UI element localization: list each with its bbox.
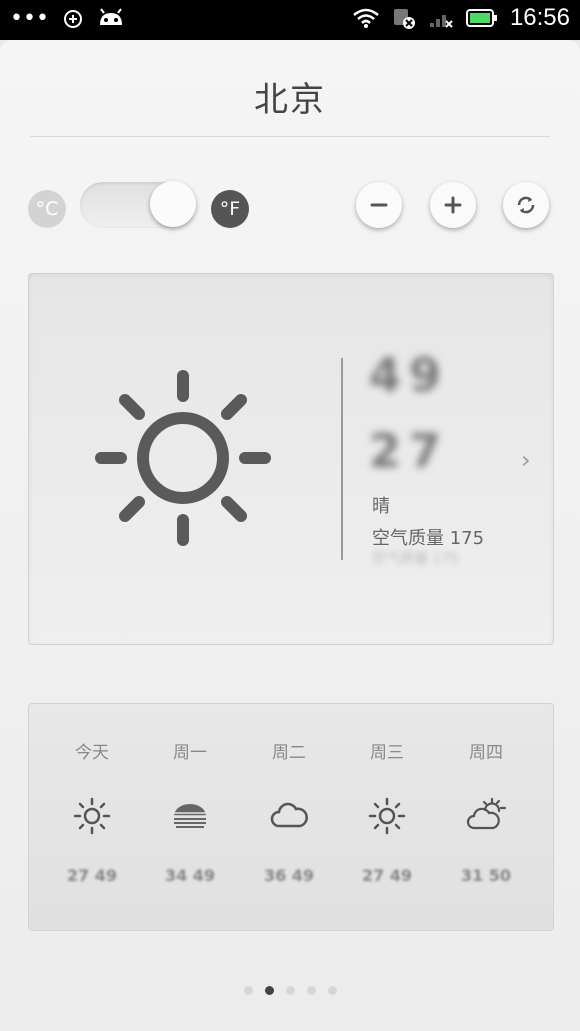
forecast-temps: 34 49 xyxy=(164,866,216,885)
status-bar: ••• 16:56 xyxy=(0,0,580,40)
page-dot-active[interactable] xyxy=(264,986,274,995)
page-dot[interactable] xyxy=(285,986,295,995)
android-icon xyxy=(99,7,122,25)
clock: 16:56 xyxy=(509,4,570,31)
page-dot[interactable] xyxy=(306,986,316,995)
forecast-day-label: 周三 xyxy=(370,743,404,763)
zoom-in-button[interactable] xyxy=(430,182,476,228)
weather-app: 北京 °C °F 49 27 晴 空气质量 175 空气质量 175 › 今天 … xyxy=(0,40,580,1031)
page-indicator xyxy=(0,986,580,995)
temperature-high: 49 xyxy=(369,348,450,402)
celsius-label[interactable]: °C xyxy=(28,190,66,228)
plus-icon xyxy=(444,196,462,214)
temperature-low: 27 xyxy=(369,424,450,478)
fahrenheit-label[interactable]: °F xyxy=(211,190,249,228)
forecast-temps: 36 49 xyxy=(263,866,315,885)
forecast-temps: 27 49 xyxy=(361,866,413,885)
sim-off-icon xyxy=(393,9,415,29)
partly-cloudy-icon xyxy=(466,797,506,830)
forecast-day-label: 今天 xyxy=(75,743,109,763)
current-weather-card[interactable]: 49 27 晴 空气质量 175 空气质量 175 › xyxy=(28,273,554,645)
header-divider xyxy=(30,136,550,137)
page-dot[interactable] xyxy=(327,986,337,995)
more-dots-icon: ••• xyxy=(10,6,49,31)
sun-icon xyxy=(95,370,271,546)
unit-toggle-knob[interactable] xyxy=(150,181,196,227)
zoom-out-button[interactable] xyxy=(356,182,402,228)
sun-icon xyxy=(73,797,111,835)
city-title[interactable]: 北京 xyxy=(0,72,580,121)
haze-icon xyxy=(172,804,208,828)
chevron-right-icon[interactable]: › xyxy=(521,446,531,474)
signal-icon xyxy=(429,15,453,28)
refresh-icon xyxy=(517,196,535,214)
forecast-card: 今天 27 49 周一 34 49 周二 36 49 周三 27 49 周四 3… xyxy=(28,703,554,931)
wifi-icon xyxy=(353,8,379,28)
battery-icon xyxy=(465,9,497,27)
forecast-day-label: 周二 xyxy=(272,743,306,763)
air-quality-reflection: 空气质量 175 xyxy=(372,551,460,567)
usb-debug-icon xyxy=(63,9,82,28)
cloud-icon xyxy=(270,802,308,828)
forecast-day-label: 周四 xyxy=(469,743,503,763)
weather-condition: 晴 xyxy=(372,496,390,517)
air-quality: 空气质量 175 xyxy=(372,528,485,549)
forecast-day-label: 周一 xyxy=(173,743,207,763)
refresh-button[interactable] xyxy=(503,182,549,228)
card-divider xyxy=(341,358,343,560)
forecast-temps: 27 49 xyxy=(66,866,118,885)
minus-icon xyxy=(370,203,388,207)
sun-icon xyxy=(368,797,406,835)
page-dot[interactable] xyxy=(243,986,253,995)
forecast-temps: 31 50 xyxy=(460,866,512,885)
